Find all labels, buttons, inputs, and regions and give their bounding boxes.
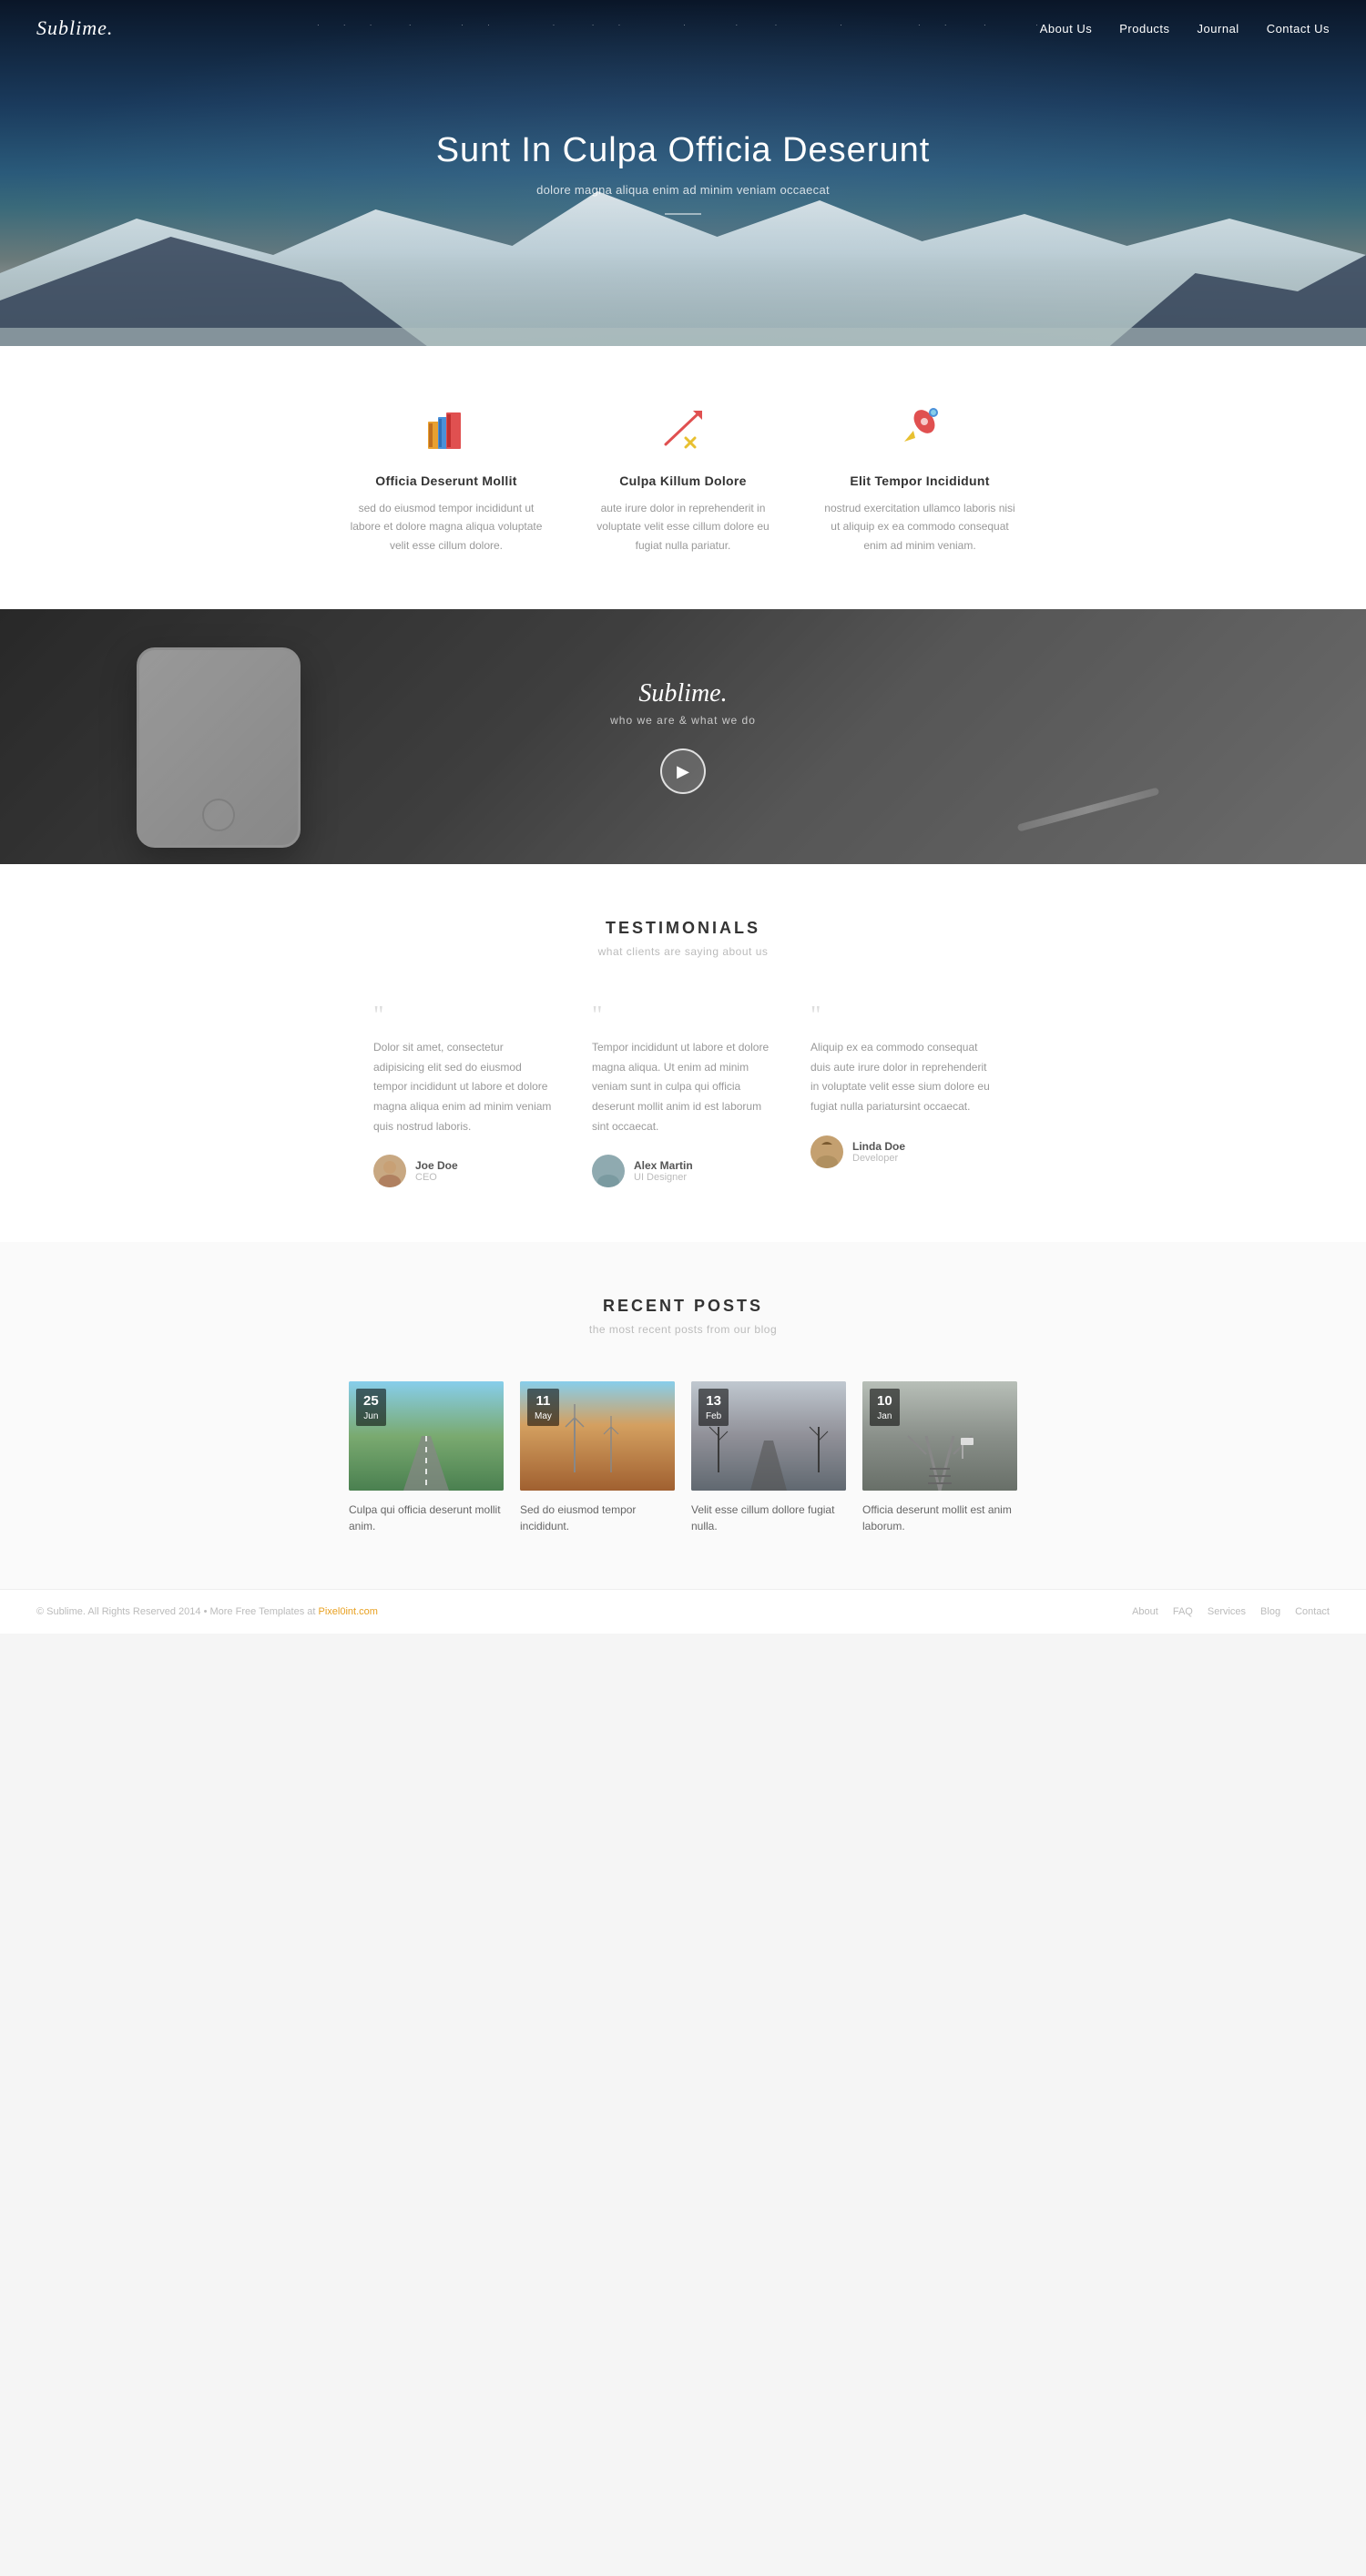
recent-posts-section: RECENT POSTS the most recent posts from … [0, 1242, 1366, 1589]
feature-1-title: Officia Deserunt Mollit [346, 473, 546, 488]
quote-mark-2: " [592, 1003, 774, 1029]
feature-2-title: Culpa Killum Dolore [583, 473, 783, 488]
navigation: Sublime. About Us Products Journal Conta… [0, 0, 1366, 56]
post-3-date: 13 Feb [698, 1389, 729, 1426]
testimonial-1-text: Dolor sit amet, consectetur adipisicing … [373, 1038, 556, 1136]
posts-grid: 25 Jun Culpa qui officia deserunt mollit… [36, 1381, 1330, 1534]
post-1-date: 25 Jun [356, 1389, 386, 1426]
feature-3-title: Elit Tempor Incididunt [820, 473, 1020, 488]
feature-item-1: Officia Deserunt Mollit sed do eiusmod t… [328, 401, 565, 555]
post-2-image[interactable]: 11 May [520, 1381, 675, 1491]
testimonial-3: " Aliquip ex ea commodo consequat duis a… [792, 1003, 1011, 1187]
testimonials-title: TESTIMONIALS [36, 919, 1330, 938]
hero-content: Sunt In Culpa Officia Deserunt dolore ma… [436, 131, 931, 215]
post-3: 13 Feb Velit esse cillum dollore fugiat … [691, 1381, 846, 1534]
author-3-info: Linda Doe Developer [852, 1140, 905, 1164]
author-3-name: Linda Doe [852, 1140, 905, 1153]
video-logo: Sublime. [610, 679, 756, 708]
post-2-date: 11 May [527, 1389, 559, 1426]
video-section: Sublime. who we are & what we do ▶ [0, 609, 1366, 864]
testimonial-1: " Dolor sit amet, consectetur adipisicin… [355, 1003, 574, 1187]
post-4-title[interactable]: Officia deserunt mollit est anim laborum… [862, 1502, 1017, 1534]
video-subtitle: who we are & what we do [610, 714, 756, 727]
posts-subtitle: the most recent posts from our blog [36, 1323, 1330, 1336]
post-4-image[interactable]: 10 Jan [862, 1381, 1017, 1491]
author-2-name: Alex Martin [634, 1159, 693, 1172]
testimonials-grid: " Dolor sit amet, consectetur adipisicin… [36, 1003, 1330, 1187]
footer-copy: © Sublime. All Rights Reserved 2014 • Mo… [36, 1606, 378, 1617]
author-1-name: Joe Doe [415, 1159, 458, 1172]
post-3-title[interactable]: Velit esse cillum dollore fugiat nulla. [691, 1502, 846, 1534]
features-section: Officia Deserunt Mollit sed do eiusmod t… [0, 346, 1366, 609]
testimonial-3-author: Linda Doe Developer [810, 1135, 993, 1168]
footer-link-services[interactable]: Services [1208, 1606, 1246, 1617]
footer-link-about[interactable]: About [1132, 1606, 1158, 1617]
testimonial-2-author: Alex Martin UI Designer [592, 1155, 774, 1187]
video-content: Sublime. who we are & what we do ▶ [610, 679, 756, 794]
post-3-image[interactable]: 13 Feb [691, 1381, 846, 1491]
feature-item-2: Culpa Killum Dolore aute irure dolor in … [565, 401, 801, 555]
feature-1-text: sed do eiusmod tempor incididunt ut labo… [346, 499, 546, 555]
hero-subtitle: dolore magna aliqua enim ad minim veniam… [436, 183, 931, 197]
avatar-alex [592, 1155, 625, 1187]
books-icon [419, 401, 474, 455]
hero-title: Sunt In Culpa Officia Deserunt [436, 131, 931, 170]
posts-title: RECENT POSTS [36, 1297, 1330, 1316]
testimonial-3-text: Aliquip ex ea commodo consequat duis aut… [810, 1038, 993, 1116]
testimonials-subtitle: what clients are saying about us [36, 945, 1330, 958]
testimonial-2: " Tempor incididunt ut labore et dolore … [574, 1003, 792, 1187]
post-2: 11 May Sed do eiusmod tempor incididunt. [520, 1381, 675, 1534]
quote-mark-1: " [373, 1003, 556, 1029]
avatar-linda [810, 1135, 843, 1168]
quote-mark-3: " [810, 1003, 993, 1029]
author-2-info: Alex Martin UI Designer [634, 1159, 693, 1183]
feature-2-text: aute irure dolor in reprehenderit in vol… [583, 499, 783, 555]
nav-links: About Us Products Journal Contact Us [1040, 22, 1330, 36]
author-1-role: CEO [415, 1172, 458, 1183]
footer-brand-link[interactable]: Pixel0int.com [319, 1606, 378, 1617]
post-1-title[interactable]: Culpa qui officia deserunt mollit anim. [349, 1502, 504, 1534]
post-1-image[interactable]: 25 Jun [349, 1381, 504, 1491]
footer-link-blog[interactable]: Blog [1260, 1606, 1280, 1617]
hero-divider [665, 213, 701, 215]
footer-link-faq[interactable]: FAQ [1173, 1606, 1193, 1617]
logo[interactable]: Sublime. [36, 16, 113, 40]
play-button[interactable]: ▶ [660, 748, 706, 794]
chart-icon [656, 401, 710, 455]
footer: © Sublime. All Rights Reserved 2014 • Mo… [0, 1589, 1366, 1634]
nav-products[interactable]: Products [1119, 22, 1169, 36]
rocket-icon [892, 401, 947, 455]
footer-link-contact[interactable]: Contact [1295, 1606, 1330, 1617]
nav-about[interactable]: About Us [1040, 22, 1092, 36]
post-1: 25 Jun Culpa qui officia deserunt mollit… [349, 1381, 504, 1534]
footer-links: About FAQ Services Blog Contact [1132, 1606, 1330, 1617]
avatar-joe [373, 1155, 406, 1187]
author-3-role: Developer [852, 1153, 905, 1164]
post-2-title[interactable]: Sed do eiusmod tempor incididunt. [520, 1502, 675, 1534]
feature-3-text: nostrud exercitation ullamco laboris nis… [820, 499, 1020, 555]
author-2-role: UI Designer [634, 1172, 693, 1183]
nav-journal[interactable]: Journal [1198, 22, 1239, 36]
testimonials-section: TESTIMONIALS what clients are saying abo… [0, 864, 1366, 1242]
post-4: 10 Jan Officia deserunt mollit est anim … [862, 1381, 1017, 1534]
testimonial-2-text: Tempor incididunt ut labore et dolore ma… [592, 1038, 774, 1136]
author-1-info: Joe Doe CEO [415, 1159, 458, 1183]
nav-contact[interactable]: Contact Us [1267, 22, 1330, 36]
feature-item-3: Elit Tempor Incididunt nostrud exercitat… [801, 401, 1038, 555]
post-4-date: 10 Jan [870, 1389, 900, 1426]
testimonial-1-author: Joe Doe CEO [373, 1155, 556, 1187]
